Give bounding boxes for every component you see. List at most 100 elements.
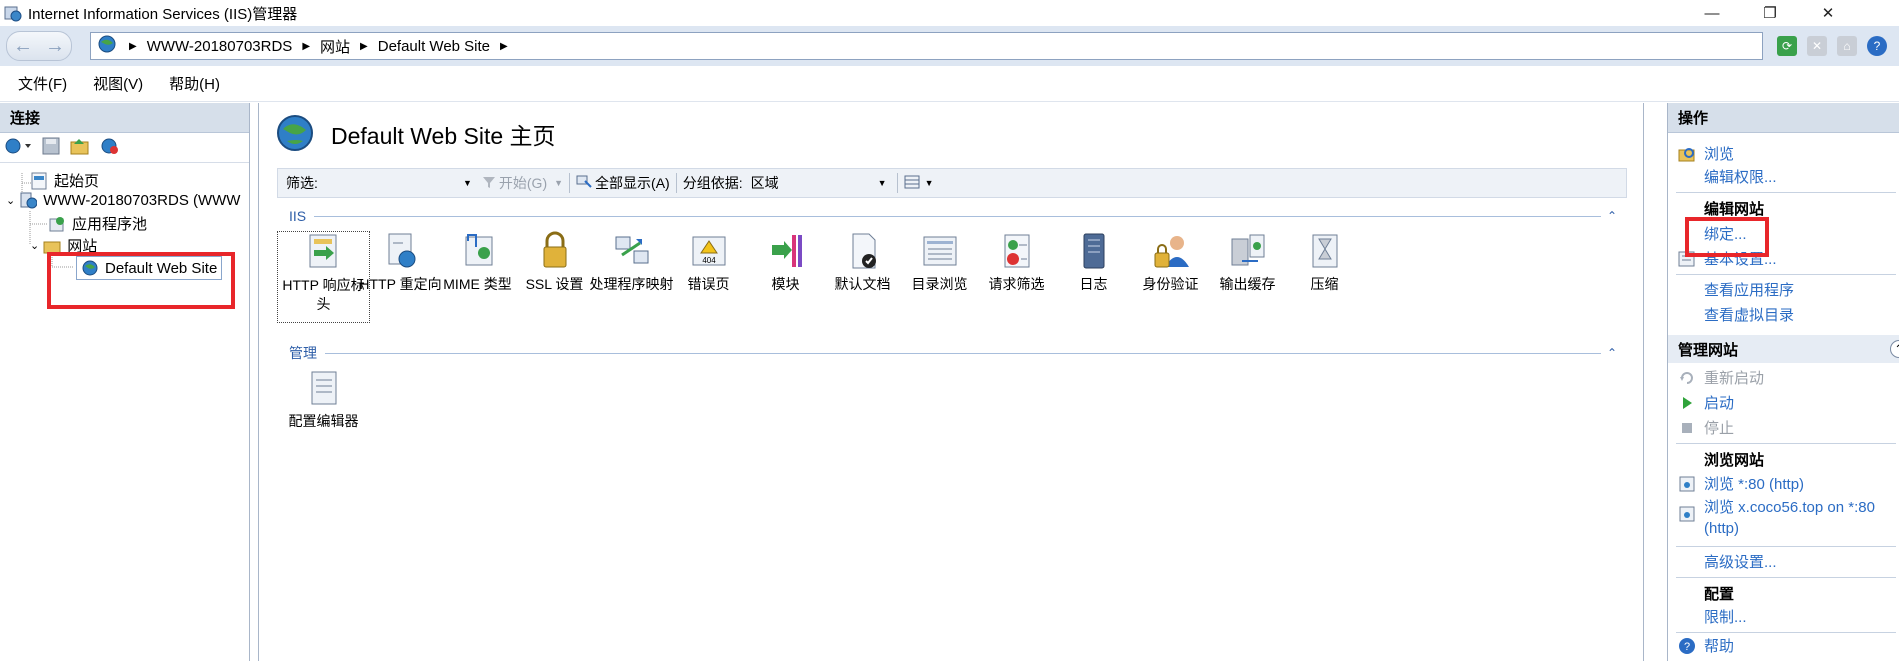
breadcrumb-default-site[interactable]: Default Web Site	[378, 38, 490, 55]
action-browse-host[interactable]: 浏览 x.coco56.top on *:80 (http)	[1668, 497, 1875, 539]
breadcrumb-server[interactable]: WWW-20180703RDS	[147, 38, 293, 55]
action-label: 查看虚拟目录	[1704, 307, 1795, 324]
dropdown-arrow-icon: ▼	[554, 178, 564, 188]
help-circle-icon: ?	[1678, 637, 1696, 655]
action-limits[interactable]: 限制...	[1704, 606, 1747, 627]
feature-label: 模块	[771, 276, 800, 292]
mime-types-icon	[458, 231, 498, 271]
collapse-chevron-icon[interactable]: ⌃	[1607, 346, 1617, 360]
start-filter-label: 开始(G)	[498, 175, 548, 191]
highlight-box-bindings	[1685, 217, 1769, 257]
feature-label: 默认文档	[834, 276, 891, 292]
menu-help[interactable]: 帮助(H)	[169, 73, 220, 94]
section-config: 配置	[1704, 586, 1735, 603]
title-bar: Internet Information Services (IIS)管理器 —…	[0, 0, 1899, 26]
app-pool-icon	[48, 215, 66, 233]
collapse-circle-icon[interactable]: ⌃	[1890, 340, 1899, 358]
feature-label: 身份验证	[1142, 276, 1199, 292]
view-grid-icon	[904, 175, 922, 192]
toolbar-separator	[896, 173, 898, 193]
tree-label: 应用程序池	[72, 216, 148, 233]
action-view-apps[interactable]: 查看应用程序	[1704, 279, 1794, 300]
action-restart[interactable]: 重新启动	[1668, 367, 1764, 388]
ssl-settings-icon	[535, 231, 575, 271]
config-editor-icon	[304, 368, 344, 408]
feature-label: MIME 类型	[443, 276, 512, 292]
view-mode-button[interactable]: ▼	[904, 175, 934, 192]
filter-input[interactable]: ▼	[325, 172, 476, 194]
section-edit-site: 编辑网站	[1704, 201, 1765, 218]
close-button[interactable]: ✕	[1799, 0, 1857, 26]
tree-item-server[interactable]: ⌄ WWW-20180703RDS (WWW	[6, 191, 240, 209]
collapse-chevron-icon[interactable]: ⌄	[30, 239, 39, 252]
show-all-button[interactable]: 全部显示(A)	[576, 173, 670, 193]
help-icon[interactable]: ?	[1867, 36, 1887, 56]
dropdown-arrow-icon: ▼	[924, 178, 934, 188]
disconnect-icon[interactable]	[100, 137, 120, 158]
back-arrow-icon[interactable]: ←	[7, 32, 39, 60]
menu-view[interactable]: 视图(V)	[93, 73, 143, 94]
browse-page-icon	[1678, 505, 1696, 523]
save-icon[interactable]	[42, 137, 60, 158]
restart-icon	[1678, 369, 1696, 387]
actions-divider	[1676, 632, 1896, 633]
toolbar-separator	[569, 173, 571, 193]
feature-label: 日志	[1079, 276, 1108, 292]
handler-mappings-icon	[612, 231, 652, 271]
breadcrumb-separator-icon: ▶	[500, 40, 508, 52]
breadcrumb-sites[interactable]: 网站	[320, 36, 350, 57]
actions-divider	[1676, 546, 1896, 547]
tree-item-start-page[interactable]: 起始页	[30, 170, 99, 191]
refresh-icon[interactable]: ⟳	[1777, 36, 1797, 56]
section-manage-site[interactable]: 管理网站 ⌃	[1668, 335, 1899, 363]
restore-button[interactable]: ❐	[1741, 0, 1799, 26]
connections-header: 连接	[0, 103, 249, 133]
show-all-label: 全部显示(A)	[595, 175, 670, 191]
feature-label: 输出缓存	[1219, 276, 1276, 292]
action-label: 限制...	[1704, 609, 1747, 626]
action-help[interactable]: ? 帮助	[1668, 635, 1734, 656]
svg-text:?: ?	[1684, 641, 1690, 653]
section-title: 管理网站	[1678, 341, 1739, 359]
feature-label: HTTP 响应标头	[282, 277, 365, 312]
group-by-select[interactable]: 区域 ▼	[750, 172, 891, 194]
group-header-iis[interactable]: IIS ⌃	[277, 206, 1627, 226]
action-label: 重新启动	[1704, 370, 1765, 387]
feature-compression[interactable]: 压缩	[1278, 231, 1371, 294]
window-title: Internet Information Services (IIS)管理器	[28, 5, 298, 23]
action-start[interactable]: 启动	[1668, 392, 1734, 413]
action-advanced-settings[interactable]: 高级设置...	[1704, 551, 1777, 572]
action-browse-80[interactable]: 浏览 *:80 (http)	[1668, 473, 1804, 494]
tree-item-app-pools[interactable]: 应用程序池	[48, 213, 147, 234]
dropdown-arrow-icon[interactable]: ▼	[463, 178, 472, 188]
action-view-vdirs[interactable]: 查看虚拟目录	[1704, 304, 1794, 325]
minimize-button[interactable]: —	[1683, 0, 1741, 26]
toolbar-separator	[675, 173, 677, 193]
iis-app-icon	[4, 4, 22, 22]
output-caching-icon	[1228, 231, 1268, 271]
menu-file[interactable]: 文件(F)	[18, 73, 67, 94]
action-edit-permissions[interactable]: 编辑权限...	[1704, 166, 1777, 187]
forward-arrow-icon[interactable]: →	[39, 32, 71, 60]
start-filter-button[interactable]: 开始(G) ▼	[482, 173, 563, 193]
action-label: 帮助	[1704, 638, 1735, 655]
svg-text:404: 404	[702, 256, 716, 265]
feature-config-editor[interactable]: 配置编辑器	[277, 368, 370, 431]
action-browse[interactable]: 浏览	[1668, 143, 1734, 164]
home-icon[interactable]: ⌂	[1837, 36, 1857, 56]
connect-globe-icon[interactable]	[4, 137, 32, 158]
stop-icon[interactable]: ✕	[1807, 36, 1827, 56]
group-header-manage[interactable]: 管理 ⌃	[277, 343, 1627, 363]
group-divider	[325, 352, 1601, 354]
address-bar[interactable]: ▶ WWW-20180703RDS ▶ 网站 ▶ Default Web Sit…	[90, 32, 1763, 60]
action-label: 浏览	[1704, 146, 1735, 163]
features-pane: Default Web Site 主页 筛选: ▼ 开始(G) ▼ 全部显示(A…	[258, 103, 1644, 661]
group-by-label: 分组依据:	[682, 175, 743, 191]
actions-divider	[1676, 192, 1896, 193]
collapse-chevron-icon[interactable]: ⌄	[6, 194, 15, 207]
browse-folder-icon	[1678, 145, 1696, 163]
section-browse-site: 浏览网站	[1704, 452, 1765, 469]
collapse-chevron-icon[interactable]: ⌃	[1607, 209, 1617, 223]
up-level-icon[interactable]	[70, 137, 90, 158]
action-stop[interactable]: 停止	[1668, 417, 1734, 438]
